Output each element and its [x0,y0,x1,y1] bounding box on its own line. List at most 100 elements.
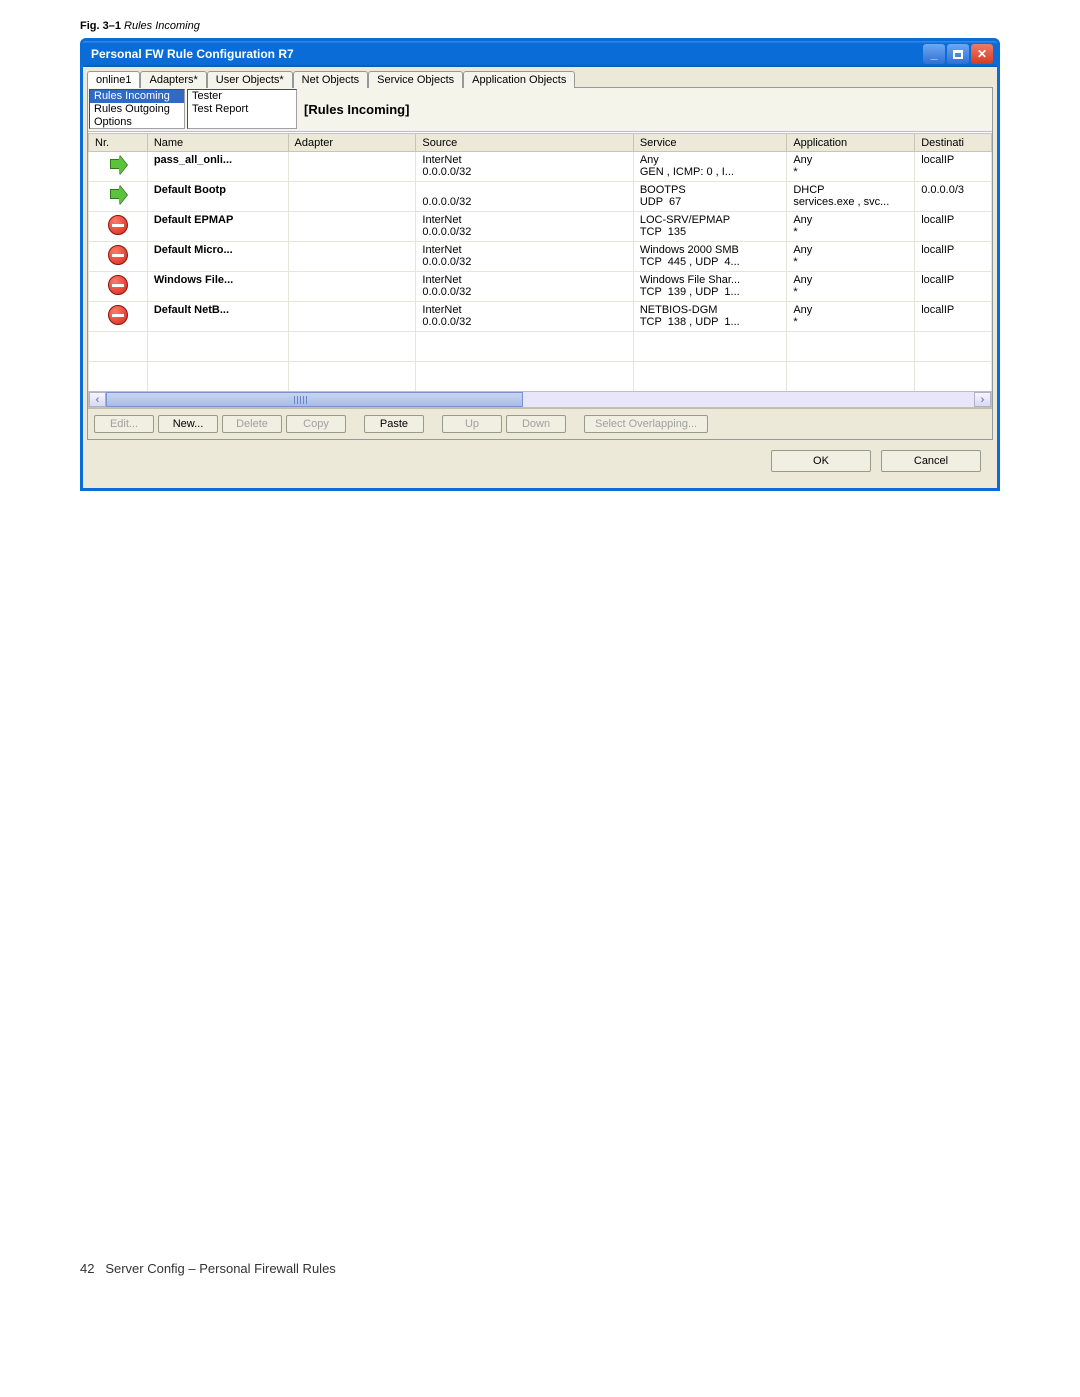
block-icon [108,215,128,235]
scroll-left-button[interactable]: ‹ [89,392,106,407]
down-button[interactable]: Down [506,415,566,433]
section-title: [Rules Incoming] [298,88,415,131]
source-cell: InterNet 0.0.0.0/32 [416,242,633,272]
adapter-cell [288,242,416,272]
tab-panel: Rules IncomingRules OutgoingOptions Test… [87,87,993,440]
service-cell: BOOTPS UDP 67 [633,182,786,212]
scroll-track[interactable] [106,392,974,407]
maximize-button[interactable] [947,44,969,64]
destination-cell: localIP [915,212,992,242]
list-item[interactable]: Options [90,116,184,129]
destination-cell: localIP [915,302,992,332]
adapter-cell [288,152,416,182]
service-cell: Any GEN , ICMP: 0 , I... [633,152,786,182]
column-header[interactable]: Application [787,134,915,152]
column-header[interactable]: Name [147,134,288,152]
source-cell: InterNet 0.0.0.0/32 [416,212,633,242]
tab-adapters[interactable]: Adapters* [140,71,206,88]
column-header[interactable]: Adapter [288,134,416,152]
horizontal-scrollbar[interactable]: ‹ › [88,391,992,408]
paste-button[interactable]: Paste [364,415,424,433]
allow-icon [108,185,128,205]
adapter-cell [288,302,416,332]
caption-title: Rules Incoming [124,20,200,32]
sub-header: Rules IncomingRules OutgoingOptions Test… [88,88,992,132]
tab-serviceobjects[interactable]: Service Objects [368,71,463,88]
application-cell: Any * [787,242,915,272]
destination-cell: localIP [915,272,992,302]
source-cell: InterNet 0.0.0.0/32 [416,152,633,182]
list-item[interactable]: Tester [188,90,296,103]
service-cell: Windows 2000 SMB TCP 445 , UDP 4... [633,242,786,272]
source-cell: InterNet 0.0.0.0/32 [416,302,633,332]
service-cell: Windows File Shar... TCP 139 , UDP 1... [633,272,786,302]
list-item[interactable]: Rules Incoming [90,90,184,103]
source-cell: InterNet 0.0.0.0/32 [416,272,633,302]
column-header[interactable]: Service [633,134,786,152]
tab-applicationobjects[interactable]: Application Objects [463,71,575,88]
column-header[interactable]: Source [416,134,633,152]
page-number: 42 [80,1261,94,1276]
list-item[interactable]: Rules Outgoing [90,103,184,116]
rule-name-cell: Windows File... [147,272,288,302]
figure-caption: Fig. 3–1 Rules Incoming [80,20,1000,32]
scroll-thumb[interactable] [106,392,523,407]
tab-netobjects[interactable]: Net Objects [293,71,368,88]
tab-online1[interactable]: online1 [87,71,140,88]
table-row[interactable]: Default Micro... InterNet 0.0.0.0/32Windo… [89,242,992,272]
select-overlapping-button[interactable]: Select Overlapping... [584,415,708,433]
application-cell: DHCP services.exe , svc... [787,182,915,212]
new-button[interactable]: New... [158,415,218,433]
table-row[interactable]: Default EPMAP InterNet 0.0.0.0/32LOC-SRV/… [89,212,992,242]
titlebar[interactable]: Personal FW Rule Configuration R7 _ ✕ [83,41,997,67]
page-footer-text: Server Config – Personal Firewall Rules [105,1261,335,1276]
adapter-cell [288,182,416,212]
window-title: Personal FW Rule Configuration R7 [91,47,921,61]
table-row-empty [89,332,992,362]
application-cell: Any * [787,302,915,332]
table-row[interactable]: Default NetB... InterNet 0.0.0.0/32NETBIO… [89,302,992,332]
caption-label: Fig. 3–1 [80,20,121,32]
service-cell: LOC-SRV/EPMAP TCP 135 [633,212,786,242]
column-header[interactable]: Destinati [915,134,992,152]
copy-button[interactable]: Copy [286,415,346,433]
rule-direction-list[interactable]: Rules IncomingRules OutgoingOptions [89,89,185,129]
tab-strip: online1Adapters*User Objects*Net Objects… [87,71,993,88]
destination-cell: localIP [915,242,992,272]
application-cell: Any * [787,152,915,182]
cancel-button[interactable]: Cancel [881,450,981,472]
rule-name-cell: Default Bootp [147,182,288,212]
table-row[interactable]: Default Bootp 0.0.0.0/32BOOTPS UDP 67DHC… [89,182,992,212]
block-icon [108,305,128,325]
adapter-cell [288,212,416,242]
minimize-button[interactable]: _ [923,44,945,64]
service-cell: NETBIOS-DGM TCP 138 , UDP 1... [633,302,786,332]
allow-icon [108,155,128,175]
action-button-row: Edit... New... Delete Copy Paste Up Down… [88,408,992,439]
tester-list[interactable]: TesterTest Report [187,89,297,129]
up-button[interactable]: Up [442,415,502,433]
dialog-window: Personal FW Rule Configuration R7 _ ✕ on… [80,38,1000,491]
edit-button[interactable]: Edit... [94,415,154,433]
destination-cell: localIP [915,152,992,182]
ok-button[interactable]: OK [771,450,871,472]
close-button[interactable]: ✕ [971,44,993,64]
rules-grid[interactable]: Nr.NameAdapterSourceServiceApplicationDe… [88,132,992,408]
page-footer: 42 Server Config – Personal Firewall Rul… [80,1261,1000,1276]
application-cell: Any * [787,212,915,242]
rule-name-cell: Default Micro... [147,242,288,272]
rule-name-cell: Default NetB... [147,302,288,332]
table-row[interactable]: Windows File... InterNet 0.0.0.0/32Window… [89,272,992,302]
block-icon [108,275,128,295]
scroll-right-button[interactable]: › [974,392,991,407]
delete-button[interactable]: Delete [222,415,282,433]
application-cell: Any * [787,272,915,302]
rule-name-cell: Default EPMAP [147,212,288,242]
tab-userobjects[interactable]: User Objects* [207,71,293,88]
rule-name-cell: pass_all_onli... [147,152,288,182]
list-item[interactable]: Test Report [188,103,296,116]
table-row[interactable]: pass_all_onli... InterNet 0.0.0.0/32Any G… [89,152,992,182]
destination-cell: 0.0.0.0/3 [915,182,992,212]
column-header[interactable]: Nr. [89,134,148,152]
table-row-empty [89,362,992,392]
